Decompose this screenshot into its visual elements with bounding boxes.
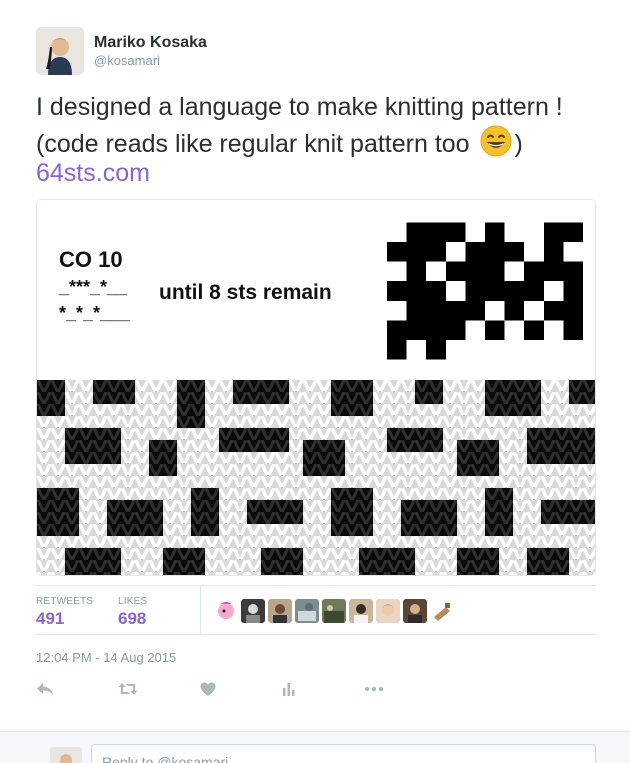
reply-input[interactable]: Reply to @kosamari — [91, 744, 596, 763]
liker-avatar[interactable] — [214, 599, 238, 623]
reply-button[interactable] — [36, 678, 118, 700]
code-pattern: _***_*__ *_*_*___ until 8 sts remain — [59, 274, 332, 326]
heart-icon — [200, 682, 216, 696]
current-user-avatar — [50, 747, 82, 763]
analytics-icon — [283, 683, 295, 696]
likes-label: LIKES — [118, 596, 148, 607]
tweet-text: I designed a language to make knitting p… — [36, 90, 616, 161]
tweet-media-image[interactable]: CO 10 _***_*__ *_*_*___ until 8 sts rema… — [36, 199, 596, 576]
retweets-label: RETWEETS — [36, 596, 94, 607]
tweet-text-close: ) — [514, 130, 523, 158]
pixel-pattern-grid — [387, 222, 583, 360]
code-cast-on: CO 10 — [59, 247, 123, 272]
grinning-face-emoji-icon — [479, 124, 513, 158]
retweet-button[interactable] — [118, 678, 200, 700]
author-name[interactable]: Mariko Kosaka — [94, 33, 207, 53]
liker-avatar[interactable] — [430, 599, 454, 623]
retweets-stat[interactable]: RETWEETS 491 — [36, 596, 93, 630]
liker-avatar[interactable] — [376, 599, 400, 623]
liker-avatar[interactable] — [295, 599, 319, 623]
tweet-link[interactable]: 64sts.com — [36, 157, 150, 189]
reply-icon — [37, 683, 53, 695]
liker-avatar[interactable] — [241, 599, 265, 623]
tweet-text-line1: I designed a language to make knitting p… — [36, 93, 563, 121]
stats-divider — [200, 586, 201, 634]
liker-avatar[interactable] — [322, 599, 346, 623]
code-pattern-row: *_*_*___ — [59, 303, 131, 323]
author-handle[interactable]: @kosamari — [94, 53, 207, 69]
likes-count[interactable]: 698 — [118, 608, 147, 630]
media-code-panel: CO 10 _***_*__ *_*_*___ until 8 sts rema… — [37, 200, 595, 380]
retweets-count[interactable]: 491 — [36, 608, 93, 630]
knitted-swatch-photo — [37, 380, 595, 575]
like-button[interactable] — [200, 678, 282, 700]
code-until-text: until 8 sts remain — [159, 281, 332, 304]
retweet-icon — [118, 683, 138, 695]
reply-section: Reply to @kosamari — [0, 731, 630, 763]
tweet-text-line2: (code reads like regular knit pattern to… — [36, 130, 470, 158]
tweet-timestamp[interactable]: 12:04 PM - 14 Aug 2015 — [36, 650, 176, 665]
author-info: Mariko Kosaka @kosamari — [94, 33, 207, 69]
more-button[interactable] — [364, 678, 446, 700]
liker-avatars — [214, 599, 454, 623]
code-pattern-row: _***_*__ — [59, 277, 128, 297]
author-avatar[interactable] — [36, 27, 84, 75]
liker-avatar[interactable] — [403, 599, 427, 623]
tweet-stats: RETWEETS 491 LIKES 698 — [36, 585, 596, 635]
knit-code: CO 10 _***_*__ *_*_*___ until 8 sts rema… — [59, 246, 332, 326]
likes-stat[interactable]: LIKES 698 — [118, 596, 147, 630]
liker-avatar[interactable] — [349, 599, 373, 623]
liker-avatar[interactable] — [268, 599, 292, 623]
more-icon — [364, 686, 384, 692]
tweet-actions — [36, 678, 446, 700]
analytics-button[interactable] — [282, 678, 364, 700]
